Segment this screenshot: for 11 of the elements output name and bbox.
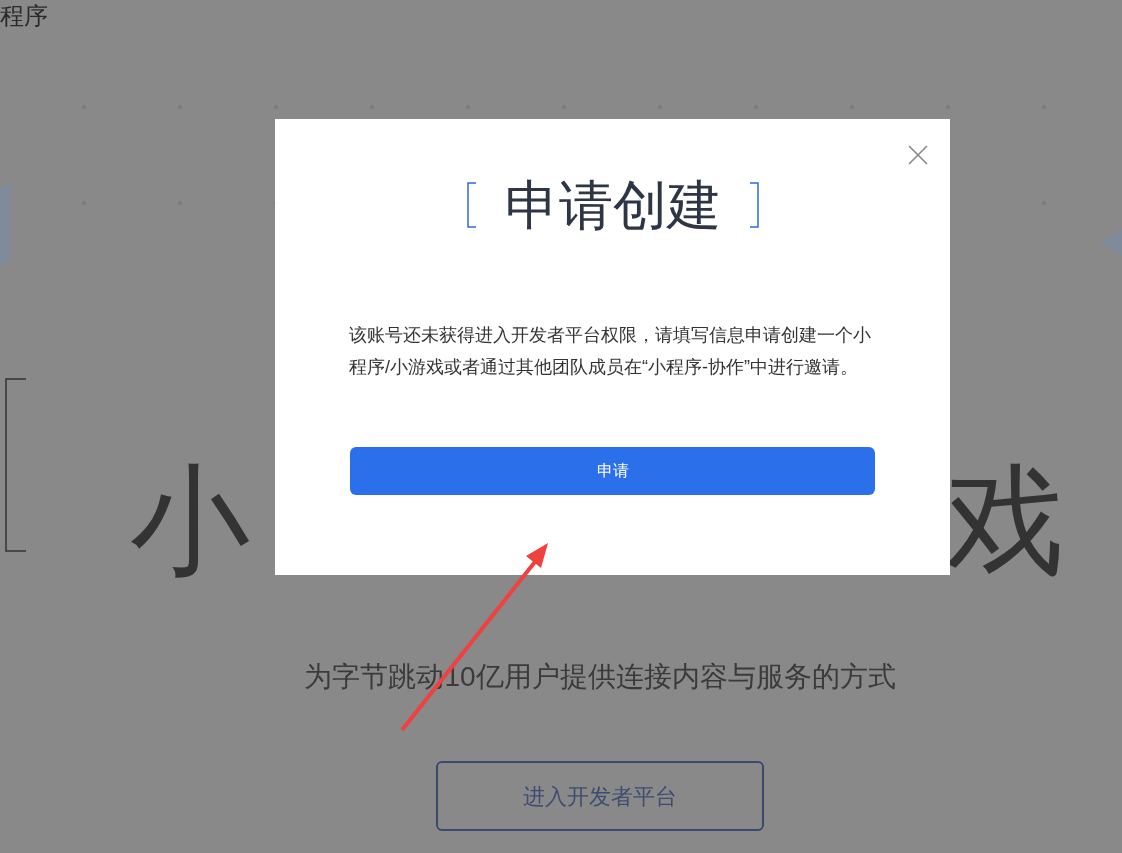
enter-platform-button[interactable]: 进入开发者平台 [436,761,764,831]
hero-heading-character: 戏 [945,452,1065,589]
bracket-icon [5,378,27,552]
bracket-icon [466,182,477,228]
apply-button[interactable]: 申请 [350,447,875,495]
hero-heading-character: 小 [130,452,250,589]
dialog-message: 该账号还未获得进入开发者平台权限，请填写信息申请创建一个小程序/小游戏或者通过其他团队成员在“小程序-协作”中进行邀请。 [349,324,872,379]
page-title-fragment: 程序 [0,1,48,31]
close-icon[interactable] [908,145,928,165]
dialog-title: 申请创建 [504,174,721,237]
bracket-icon [748,182,759,228]
